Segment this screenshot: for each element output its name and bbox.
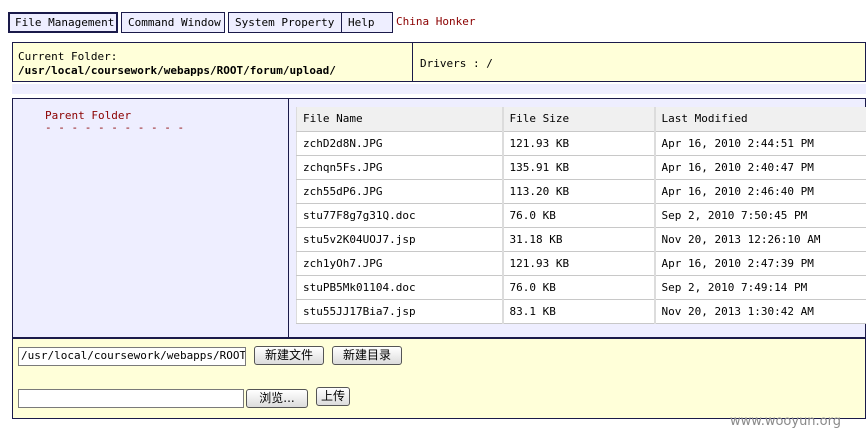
path-input[interactable]: /usr/local/coursework/webapps/ROOT/forum… <box>18 347 246 366</box>
file-size-cell: 76.0 KB <box>502 203 656 228</box>
file-size-cell: 31.18 KB <box>502 227 656 252</box>
tab-file-management[interactable]: File Management <box>8 12 118 33</box>
table-row[interactable]: stu55JJ17Bia7.jsp 83.1 KB Nov 20, 2013 1… <box>296 299 866 324</box>
table-row[interactable]: stu5v2K04UOJ7.jsp 31.18 KB Nov 20, 2013 … <box>296 227 866 252</box>
tab-help[interactable]: Help <box>341 12 393 33</box>
table-header-row: File Name File Size Last Modified <box>296 107 866 132</box>
upload-button[interactable]: 上传 <box>316 387 350 406</box>
file-name-cell[interactable]: zchD2d8N.JPG <box>296 131 504 156</box>
file-name-cell[interactable]: zch55dP6.JPG <box>296 179 504 204</box>
last-modified-cell: Apr 16, 2010 2:40:47 PM <box>654 155 866 180</box>
tab-command-window[interactable]: Command Window <box>121 12 225 33</box>
new-file-button[interactable]: 新建文件 <box>254 346 324 365</box>
watermark: www.wooyun.org <box>730 414 842 429</box>
current-folder-cell: Current Folder: /usr/local/coursework/we… <box>13 43 413 81</box>
tab-system-property[interactable]: System Property <box>228 12 345 33</box>
last-modified-cell: Nov 20, 2013 12:26:10 AM <box>654 227 866 252</box>
file-name-cell[interactable]: stu77F8g7g31Q.doc <box>296 203 504 228</box>
column-header-file-size[interactable]: File Size <box>502 107 656 132</box>
table-row[interactable]: zchqn5Fs.JPG 135.91 KB Apr 16, 2010 2:40… <box>296 155 866 180</box>
last-modified-cell: Apr 16, 2010 2:44:51 PM <box>654 131 866 156</box>
current-folder-path: /usr/local/coursework/webapps/ROOT/forum… <box>18 64 336 77</box>
action-panel: /usr/local/coursework/webapps/ROOT/forum… <box>12 338 866 419</box>
last-modified-cell: Nov 20, 2013 1:30:42 AM <box>654 299 866 324</box>
file-size-cell: 121.93 KB <box>502 251 656 276</box>
file-name-cell[interactable]: stuPB5Mk01104.doc <box>296 275 504 300</box>
table-row[interactable]: stuPB5Mk01104.doc 76.0 KB Sep 2, 2010 7:… <box>296 275 866 300</box>
column-header-file-name[interactable]: File Name <box>296 107 504 132</box>
file-table: File Name File Size Last Modified zchD2d… <box>296 107 866 324</box>
folder-pane: Parent Folder - - - - - - - - - - - <box>13 99 289 337</box>
drivers-label: Drivers : / <box>420 57 493 70</box>
file-name-cell[interactable]: zch1yOh7.JPG <box>296 251 504 276</box>
file-name-cell[interactable]: zchqn5Fs.JPG <box>296 155 504 180</box>
browse-button[interactable]: 浏览... <box>246 389 308 408</box>
file-size-cell: 135.91 KB <box>502 155 656 180</box>
upload-file-input[interactable] <box>18 389 244 408</box>
file-name-cell[interactable]: stu55JJ17Bia7.jsp <box>296 299 504 324</box>
table-row[interactable]: zch1yOh7.JPG 121.93 KB Apr 16, 2010 2:47… <box>296 251 866 276</box>
table-row[interactable]: stu77F8g7g31Q.doc 76.0 KB Sep 2, 2010 7:… <box>296 203 866 228</box>
last-modified-cell: Sep 2, 2010 7:50:45 PM <box>654 203 866 228</box>
file-browser: Parent Folder - - - - - - - - - - - File… <box>12 98 866 338</box>
last-modified-cell: Apr 16, 2010 2:47:39 PM <box>654 251 866 276</box>
new-directory-button[interactable]: 新建目录 <box>332 346 402 365</box>
file-size-cell: 76.0 KB <box>502 275 656 300</box>
path-bar: Current Folder: /usr/local/coursework/we… <box>12 42 866 82</box>
column-header-last-modified[interactable]: Last Modified <box>654 107 866 132</box>
table-row[interactable]: zchD2d8N.JPG 121.93 KB Apr 16, 2010 2:44… <box>296 131 866 156</box>
current-folder-label: Current Folder: <box>18 50 118 63</box>
last-modified-cell: Apr 16, 2010 2:46:40 PM <box>654 179 866 204</box>
file-size-cell: 113.20 KB <box>502 179 656 204</box>
last-modified-cell: Sep 2, 2010 7:49:14 PM <box>654 275 866 300</box>
parent-folder-dashes: - - - - - - - - - - - <box>45 121 185 134</box>
china-honker-link[interactable]: China Honker <box>396 15 475 28</box>
file-name-cell[interactable]: stu5v2K04UOJ7.jsp <box>296 227 504 252</box>
table-row[interactable]: zch55dP6.JPG 113.20 KB Apr 16, 2010 2:46… <box>296 179 866 204</box>
file-size-cell: 83.1 KB <box>502 299 656 324</box>
file-size-cell: 121.93 KB <box>502 131 656 156</box>
separator-strip <box>12 84 866 94</box>
